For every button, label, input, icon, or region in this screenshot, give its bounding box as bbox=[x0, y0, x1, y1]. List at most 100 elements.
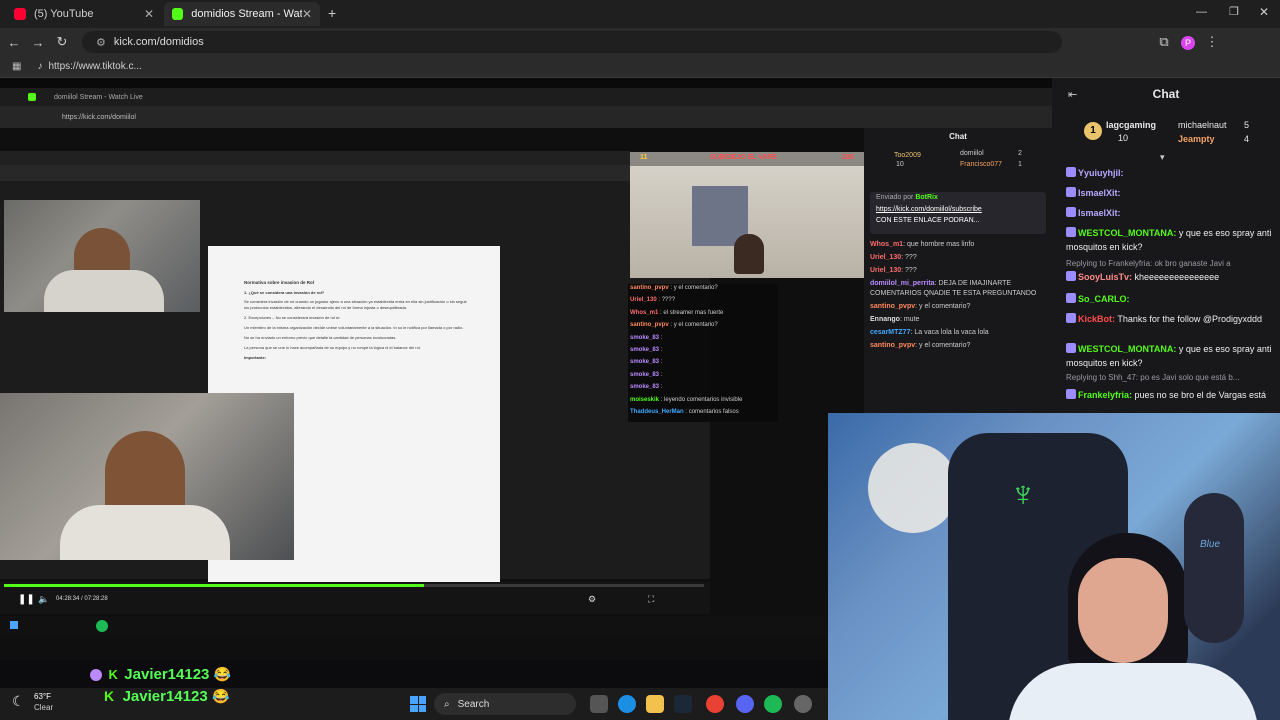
gifter-count: 10 bbox=[896, 161, 904, 168]
chat-messages: Yyuiuyhjil: IsmaelXit: IsmaelXit: WESTCO… bbox=[1052, 166, 1280, 413]
windows-start-icon[interactable] bbox=[410, 696, 426, 712]
weather-icon: ☾ bbox=[12, 693, 25, 709]
chat-message: KickBot: Thanks for the follow @Prodigyx… bbox=[1066, 312, 1272, 326]
chat-panel: ⇤ Chat 1 lagcgaming 10 michaelnaut 5 Jea… bbox=[1052, 78, 1280, 413]
doc-title: Normativa sobre invasion de Rol bbox=[244, 280, 315, 285]
facecam: ♆ Blue bbox=[828, 413, 1280, 720]
taskbar-search[interactable]: ⌕ Search bbox=[434, 693, 576, 715]
reload-icon[interactable]: ↻ bbox=[50, 34, 74, 50]
chat-username: santino_pvpv bbox=[870, 303, 916, 310]
extensions-icon[interactable]: ⧉ bbox=[1152, 34, 1176, 50]
site-info-icon[interactable]: ⚙ bbox=[96, 36, 106, 49]
video-player-controls: ❚❚ 🔈 04:28:34 / 07:28:28 ⚙ ⛶ bbox=[0, 582, 710, 614]
chat-text: La vaca lola la vaca lola bbox=[914, 329, 989, 336]
chat-username[interactable]: So_CARLO: bbox=[1078, 294, 1130, 304]
pause-button[interactable]: ❚❚ bbox=[18, 594, 35, 605]
settings-icon[interactable] bbox=[794, 695, 812, 713]
settings-icon[interactable]: ⚙ bbox=[588, 594, 596, 605]
edge-icon[interactable] bbox=[618, 695, 636, 713]
spotify-icon[interactable] bbox=[764, 695, 782, 713]
fullscreen-icon[interactable]: ⛶ bbox=[648, 594, 654, 605]
face-shape bbox=[1078, 558, 1168, 663]
inner-chat-message: Whos_m1: que hombre mas linfo bbox=[870, 241, 975, 248]
menu-icon[interactable]: ⋮ bbox=[1200, 34, 1224, 50]
reply-preview: Replying to Shh_47: po es Javi solo que … bbox=[1066, 370, 1272, 385]
chat-username[interactable]: SooyLuisTv: bbox=[1078, 272, 1132, 282]
inner-chat-message: domiilol_mi_perrita: DEJA DE IMAJINARTE … bbox=[870, 280, 1037, 297]
chat-message: So_CARLO: bbox=[1066, 292, 1272, 306]
steam-icon[interactable] bbox=[674, 695, 692, 713]
close-icon[interactable]: ✕ bbox=[302, 7, 312, 21]
chat-text: kheeeeeeeeeeeeeee bbox=[1134, 272, 1220, 282]
chat-text: y el comentario? bbox=[673, 285, 718, 291]
avatar bbox=[90, 668, 102, 681]
user-badge-icon bbox=[1066, 227, 1076, 237]
inner-chat-message: Ennango: mute bbox=[870, 316, 920, 323]
maximize-button[interactable]: ❐ bbox=[1229, 5, 1239, 18]
url-input[interactable]: ⚙ kick.com/domidios bbox=[82, 31, 1062, 53]
chat-message: Frankelyfria: pues no se bro el de Varga… bbox=[1066, 388, 1272, 402]
seek-track[interactable] bbox=[4, 584, 704, 587]
chat-text: leyendo comentarios invisible bbox=[664, 396, 743, 403]
pinned-user: BotRix bbox=[915, 194, 938, 201]
minimize-button[interactable]: — bbox=[1196, 6, 1207, 18]
gifter-count: 4 bbox=[1244, 134, 1250, 144]
chat-message: Yyuiuyhjil: bbox=[1066, 166, 1272, 180]
user-badge-icon bbox=[1066, 271, 1076, 281]
back-icon[interactable]: ← bbox=[2, 35, 26, 50]
tab-youtube[interactable]: (5) YouTube ✕ bbox=[6, 2, 162, 26]
new-tab-button[interactable]: + bbox=[328, 5, 336, 21]
chevron-down-icon[interactable]: ▾ bbox=[1160, 152, 1165, 163]
doc-heading: 2. Excepciones – No se considerará invas… bbox=[244, 315, 341, 320]
overlay-chat-message: moiseskik : leyendo comentarios invisibl… bbox=[630, 396, 743, 403]
task-view-icon[interactable] bbox=[590, 695, 608, 713]
chrome-icon[interactable] bbox=[706, 695, 724, 713]
discord-icon[interactable] bbox=[736, 695, 754, 713]
chat-username[interactable]: IsmaelXit: bbox=[1078, 188, 1121, 198]
tab-kick[interactable]: domidios Stream - Watch Live o ✕ bbox=[164, 2, 320, 26]
laugh-emoji-icon: 😂 bbox=[212, 688, 230, 704]
alert-row: K Javier14123 😂 bbox=[90, 688, 230, 706]
window-close-button[interactable]: ✕ bbox=[1259, 5, 1269, 19]
inner-tab-label: domiilol Stream - Watch Live bbox=[54, 93, 143, 101]
file-explorer-icon[interactable] bbox=[646, 695, 664, 713]
chat-username: smoke_83 bbox=[630, 334, 660, 341]
doc-paragraph: No se ha enviado un entorno previo que d… bbox=[244, 335, 397, 340]
inner-chat-message: Uriel_130: ??? bbox=[870, 267, 917, 274]
tiktok-icon: ♪ bbox=[37, 61, 43, 72]
overlay-chat-message: smoke_83 : bbox=[630, 371, 663, 378]
chat-username[interactable]: WESTCOL_MONTANA: bbox=[1078, 228, 1176, 238]
chat-text: ???? bbox=[661, 297, 676, 304]
chat-message: WESTCOL_MONTANA: y que es eso spray anti… bbox=[1066, 226, 1272, 254]
chat-username[interactable]: KickBot: bbox=[1078, 314, 1115, 324]
overlay-chat-message: Thaddeus_HerMan : comentarios falsos bbox=[630, 409, 739, 416]
chat-username: moiseskik bbox=[630, 396, 660, 403]
spacer bbox=[0, 78, 1052, 88]
taskbar: ☾ 63°F Clear K Javier14123 😂 ⌕ Search bbox=[0, 688, 828, 720]
doc-important: Importante: bbox=[244, 355, 266, 360]
doc-paragraph: La persona que se une lo hace acompañada… bbox=[244, 345, 421, 350]
close-icon[interactable]: ✕ bbox=[144, 7, 154, 21]
pinned-message[interactable]: Enviado por BotRix https://kick.com/domi… bbox=[870, 192, 1046, 234]
embedded-chat: santino_pvpv : y el comentario? Uriel_130… bbox=[628, 284, 778, 422]
forward-icon[interactable]: → bbox=[26, 35, 50, 50]
apps-icon[interactable]: ▦ bbox=[12, 61, 21, 72]
volume-icon[interactable]: 🔈 bbox=[38, 594, 49, 605]
inner-chat-title: Chat bbox=[949, 132, 967, 141]
chat-username[interactable]: IsmaelXit: bbox=[1078, 208, 1121, 218]
bookmark-tiktok[interactable]: https://www.tiktok.c... bbox=[48, 61, 141, 72]
chat-text: Thanks for the follow @Prodigyxddd bbox=[1117, 314, 1263, 324]
gifter-count: 1 bbox=[1018, 161, 1022, 168]
gifter-name: lagcgaming bbox=[1106, 120, 1157, 130]
chat-text: y el comentario? bbox=[919, 342, 971, 349]
tab-label: (5) YouTube bbox=[34, 8, 94, 20]
browser-tab-bar: (5) YouTube ✕ domidios Stream - Watch Li… bbox=[0, 0, 1280, 28]
chat-username[interactable]: Frankelyfria: bbox=[1078, 390, 1132, 400]
chat-username: Ennango bbox=[870, 316, 900, 323]
chat-username[interactable]: WESTCOL_MONTANA: bbox=[1078, 344, 1176, 354]
profile-avatar[interactable]: P bbox=[1176, 34, 1200, 50]
overlay-chat-message: smoke_83 : bbox=[630, 359, 663, 366]
chat-username[interactable]: Yyuiuyhjil: bbox=[1078, 168, 1124, 178]
chat-username: smoke_83 bbox=[630, 384, 660, 391]
kick-icon: K bbox=[104, 688, 115, 704]
